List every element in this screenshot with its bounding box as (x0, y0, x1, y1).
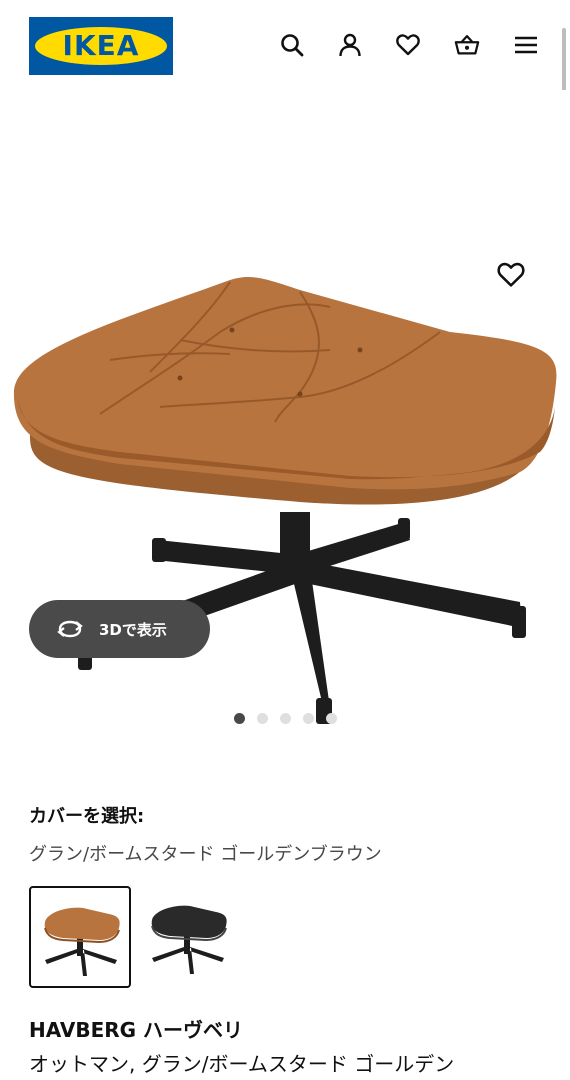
basket-icon[interactable] (452, 30, 482, 60)
logo-text: IKEA (62, 29, 140, 62)
heart-icon[interactable] (393, 30, 423, 60)
menu-icon[interactable] (511, 30, 541, 60)
swatch-thumbnail-black (151, 905, 227, 974)
cover-swatch-black[interactable] (138, 886, 240, 988)
cover-swatch-golden-brown[interactable] (29, 886, 131, 988)
cover-selected-value: グラン/ボームスタード ゴールデンブラウン (29, 844, 382, 865)
gallery-dot[interactable] (325, 713, 337, 724)
logo-oval: IKEA (35, 27, 167, 65)
rotate-3d-icon (57, 620, 83, 638)
view-3d-button[interactable]: 3Dで表示 (29, 600, 210, 658)
gallery-dot[interactable] (233, 713, 245, 724)
gallery-pagination (0, 713, 570, 725)
ikea-logo[interactable]: IKEA (29, 17, 173, 75)
swatch-thumbnail-brown (44, 907, 120, 976)
view-3d-label: 3Dで表示 (99, 620, 167, 639)
favorite-heart-icon[interactable] (496, 260, 526, 290)
search-icon[interactable] (277, 30, 307, 60)
product-description: オットマン, グラン/ボームスタード ゴールデン (29, 1052, 455, 1076)
product-image-ottoman (13, 277, 557, 724)
cover-select-label: カバーを選択: (29, 806, 145, 827)
account-icon[interactable] (335, 30, 365, 60)
gallery-dot[interactable] (256, 713, 268, 724)
site-header: IKEA (0, 0, 570, 90)
gallery-dot[interactable] (302, 713, 314, 724)
gallery-dot[interactable] (279, 713, 291, 724)
product-name: HAVBERG ハーヴベリ (29, 1018, 244, 1042)
